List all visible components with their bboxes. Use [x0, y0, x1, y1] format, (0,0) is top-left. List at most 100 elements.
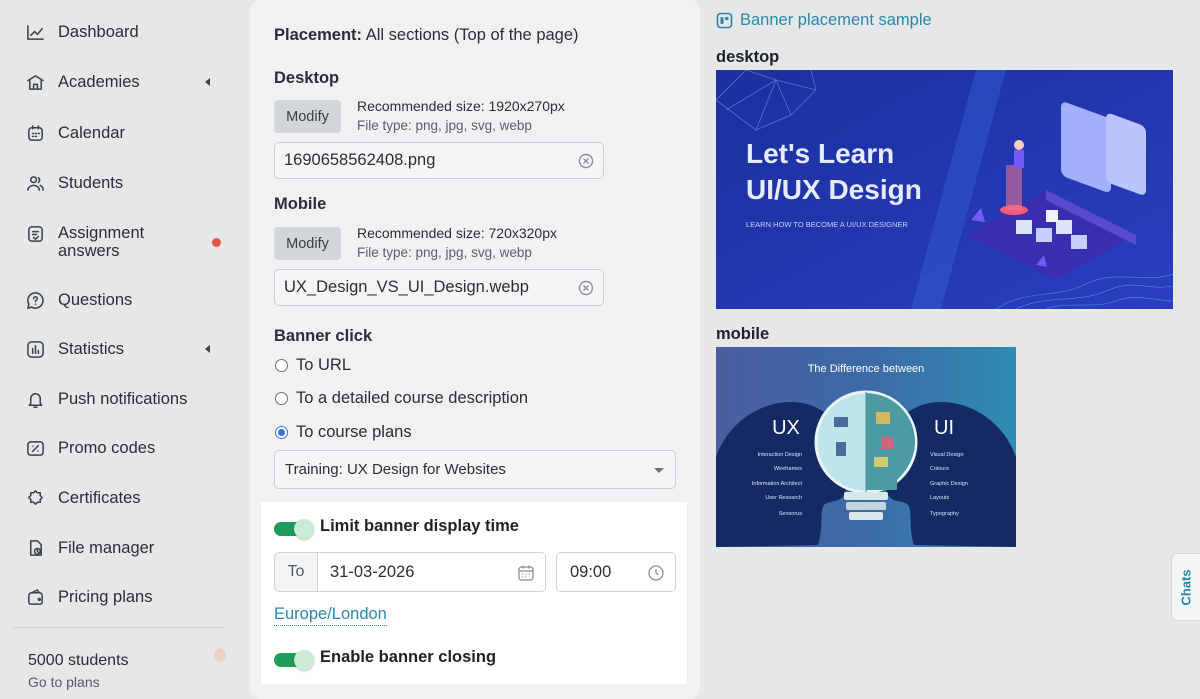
mobile-banner-left-item: Interaction Design — [758, 452, 802, 458]
mobile-file-field: UX_Design_VS_UI_Design.webp — [274, 269, 604, 306]
sidebar-item-label: Dashboard — [58, 23, 139, 41]
ticket-icon — [25, 438, 45, 458]
bell-icon — [25, 389, 45, 409]
end-time-input[interactable]: 09:00 — [556, 552, 676, 592]
sidebar-item-assignment-answers[interactable]: Assignment answers — [25, 224, 225, 260]
mobile-banner-right-heading: UI — [934, 417, 954, 439]
banner-click-title: Banner click — [274, 327, 373, 345]
sidebar-item-pricing-plans[interactable]: Pricing plans — [25, 587, 225, 607]
mobile-banner-left-item: Information Architect — [752, 481, 803, 487]
plan-box: 5000 students Go to plans — [28, 652, 129, 690]
placement-sample-icon — [716, 12, 733, 29]
mobile-file-name: UX_Design_VS_UI_Design.webp — [284, 278, 529, 296]
mobile-banner-right-item: Visual Design — [930, 452, 964, 458]
mobile-banner-left-item: User Research — [765, 495, 802, 501]
radio-button[interactable] — [275, 359, 288, 372]
users-icon — [25, 173, 45, 193]
radio-label: To course plans — [296, 423, 412, 441]
mobile-section-title: Mobile — [274, 195, 327, 213]
statistics-icon — [25, 339, 45, 359]
mobile-banner-left-item: Wireframes — [774, 466, 802, 472]
expand-caret-icon — [205, 78, 210, 86]
mobile-banner-preview: The Difference between UX UI Interaction… — [716, 347, 1016, 547]
placement-label: Placement: — [274, 26, 363, 44]
sidebar-item-academies[interactable]: Academies — [25, 72, 225, 92]
sidebar-item-label: Promo codes — [58, 439, 156, 457]
desktop-banner-headline-2: UI/UX Design — [746, 174, 922, 205]
desktop-file-name: 1690658562408.png — [284, 151, 436, 169]
sidebar-item-calendar[interactable]: Calendar — [25, 123, 225, 143]
radio-course-description[interactable]: To a detailed course description — [274, 389, 528, 408]
sidebar-item-label: Calendar — [58, 124, 125, 142]
banner-placement-sample-link[interactable]: Banner placement sample — [716, 11, 932, 30]
sidebar-item-questions[interactable]: Questions — [25, 290, 225, 310]
radio-to-url[interactable]: To URL — [274, 356, 351, 375]
radio-course-plans[interactable]: To course plans — [274, 423, 412, 442]
sample-link-label: Banner placement sample — [740, 11, 932, 29]
chats-tab-label: Chats — [1178, 568, 1194, 606]
clear-file-icon[interactable] — [578, 280, 594, 296]
desktop-banner-headline-1: Let's Learn — [746, 138, 894, 169]
placement-info: Placement: All sections (Top of the page… — [274, 26, 579, 45]
desktop-recommended-size: Recommended size: 1920x270px — [357, 98, 565, 114]
radio-label: To a detailed course description — [296, 389, 529, 407]
course-plan-select[interactable]: Training: UX Design for Websites — [274, 450, 676, 489]
timezone-link[interactable]: Europe/London — [274, 605, 387, 626]
dropdown-arrow-icon — [654, 468, 664, 473]
radio-button[interactable] — [275, 392, 288, 405]
sidebar-item-label: Certificates — [58, 489, 141, 507]
file-icon — [25, 538, 45, 558]
go-to-plans-link[interactable]: Go to plans — [28, 674, 129, 690]
mobile-preview-label: mobile — [716, 325, 770, 343]
limit-display-label: Limit banner display time — [320, 517, 519, 535]
mobile-banner-right-item: Colours — [930, 466, 949, 472]
sidebar-item-students[interactable]: Students — [25, 173, 225, 193]
mobile-banner-right-item: Graphic Design — [930, 481, 968, 487]
mobile-banner-left-heading: UX — [772, 417, 800, 439]
sidebar-item-label: Academies — [58, 73, 140, 91]
course-plan-selected-value: Training: UX Design for Websites — [285, 461, 506, 478]
desktop-banner-subline: LEARN HOW TO BECOME A UI/UX DESIGNER — [746, 220, 908, 229]
radio-label: To URL — [296, 356, 352, 374]
mobile-file-types: File type: png, jpg, svg, webp — [357, 245, 532, 260]
plan-indicator-dot — [214, 648, 226, 662]
desktop-banner-preview: Let's Learn UI/UX Design LEARN HOW TO BE… — [716, 70, 1173, 309]
notification-dot — [212, 238, 221, 247]
sidebar-item-label: Students — [58, 174, 124, 192]
placement-value: All sections (Top of the page) — [365, 26, 579, 44]
desktop-preview-label: desktop — [716, 48, 780, 66]
sidebar-item-label: Pricing plans — [58, 588, 153, 606]
clear-file-icon[interactable] — [578, 153, 594, 169]
sidebar-item-certificates[interactable]: Certificates — [25, 488, 225, 508]
sidebar-item-label: Statistics — [58, 340, 125, 358]
plan-student-count: 5000 students — [28, 652, 129, 669]
mobile-banner-right-item: Layouts — [930, 495, 950, 501]
calendar-icon[interactable] — [517, 564, 535, 582]
mobile-banner-right-item: Typography — [930, 511, 959, 517]
clock-icon[interactable] — [647, 564, 665, 582]
end-date-value: 31-03-2026 — [330, 562, 415, 581]
sidebar-divider — [12, 627, 224, 628]
sidebar-item-dashboard[interactable]: Dashboard — [25, 22, 225, 42]
mobile-banner-title: The Difference between — [808, 363, 925, 375]
sidebar-item-label: File manager — [58, 539, 155, 557]
sidebar-item-promo-codes[interactable]: Promo codes — [25, 438, 225, 458]
sidebar-item-push-notifications[interactable]: Push notifications — [25, 389, 225, 409]
limit-display-toggle[interactable] — [274, 519, 314, 539]
enable-closing-label: Enable banner closing — [320, 648, 497, 666]
end-date-input[interactable]: 31-03-2026 — [317, 552, 546, 592]
sidebar-item-label: Push notifications — [58, 390, 188, 408]
school-building-icon — [25, 72, 45, 92]
desktop-file-types: File type: png, jpg, svg, webp — [357, 118, 532, 133]
enable-closing-toggle[interactable] — [274, 650, 314, 670]
radio-button-selected[interactable] — [275, 426, 288, 439]
calendar-icon — [25, 123, 45, 143]
mobile-modify-button[interactable]: Modify — [274, 227, 341, 260]
sidebar-item-statistics[interactable]: Statistics — [25, 339, 225, 359]
chats-tab[interactable]: Chats — [1171, 553, 1200, 621]
desktop-file-field: 1690658562408.png — [274, 142, 604, 179]
desktop-modify-button[interactable]: Modify — [274, 100, 341, 133]
sidebar: Dashboard Academies Calendar Students As… — [0, 0, 238, 699]
end-time-value: 09:00 — [570, 562, 612, 581]
sidebar-item-file-manager[interactable]: File manager — [25, 538, 225, 558]
